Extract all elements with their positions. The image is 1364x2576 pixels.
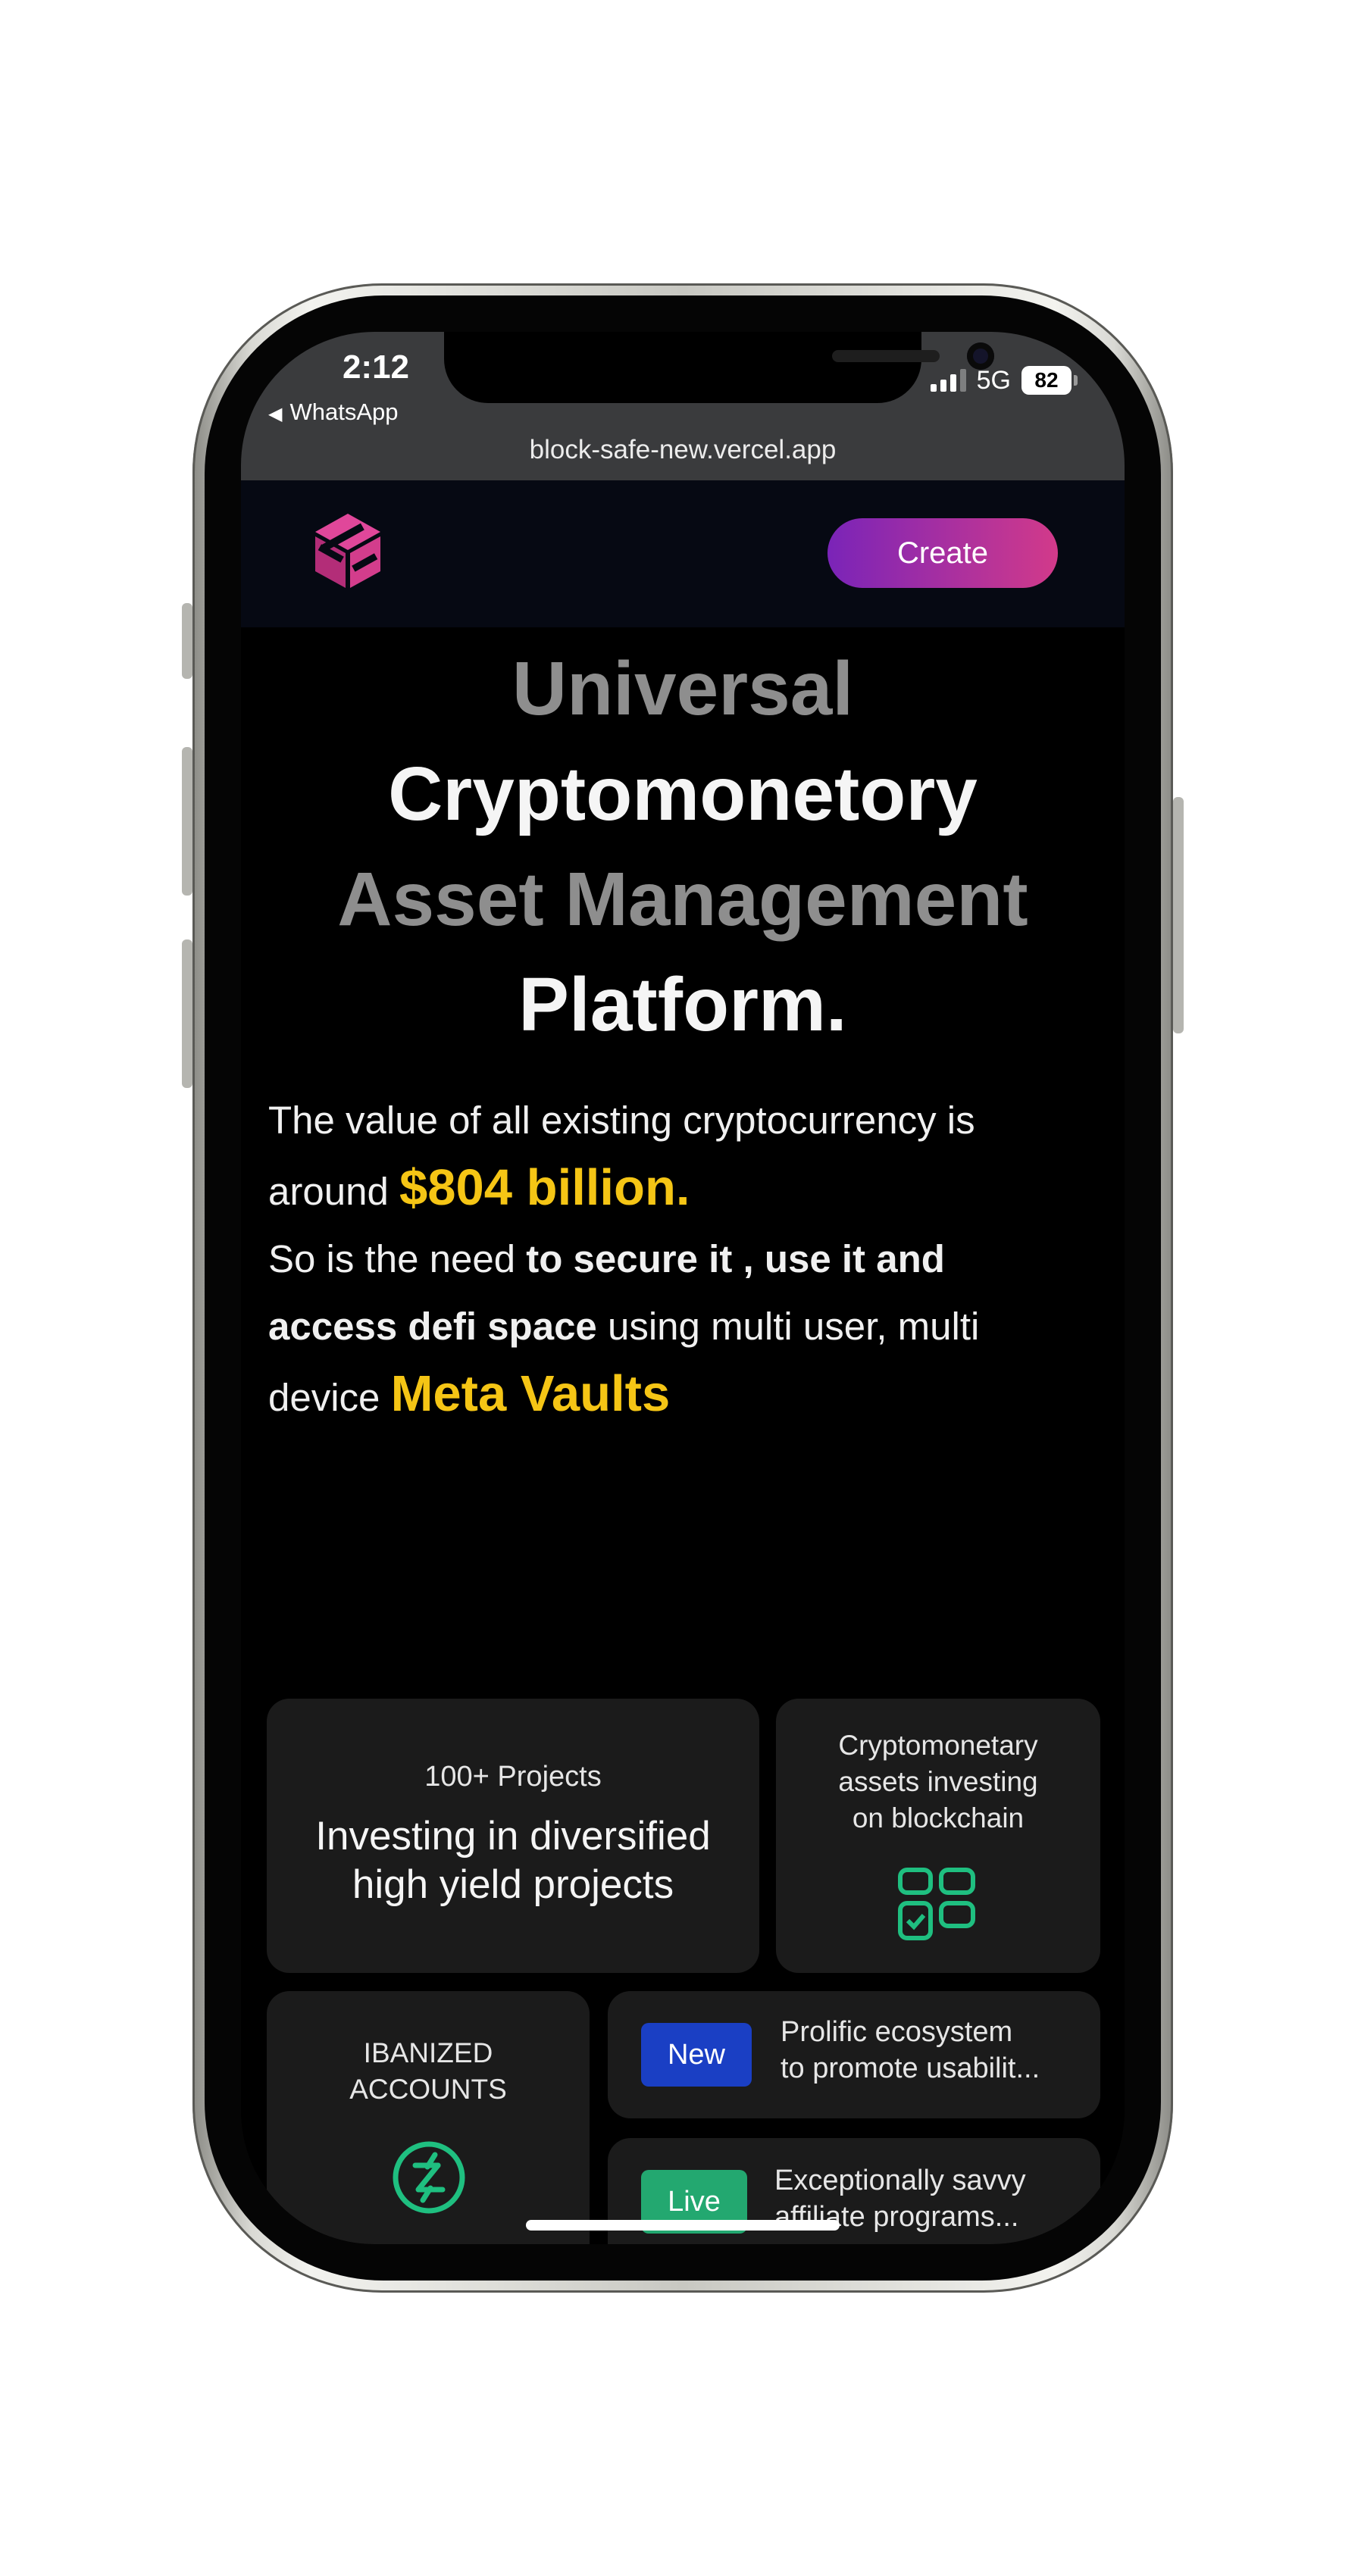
status-bar: 2:12 ◀ WhatsApp 5G 82 block-safe-new.verc… <box>241 332 1125 480</box>
hero-title: Universal Cryptomonetory Asset Managemen… <box>241 636 1125 1058</box>
mute-switch <box>182 603 192 679</box>
projects-headline-line-1: Investing in diversified <box>315 1814 711 1859</box>
crypto-line-3: on blockchain <box>852 1802 1025 1834</box>
z-circle-icon <box>393 2141 465 2214</box>
new-badge: New <box>641 2023 752 2087</box>
clock: 2:12 <box>342 349 410 386</box>
crypto-assets-text: Cryptomonetary assets investing on block… <box>776 1727 1100 1837</box>
create-button[interactable]: Create <box>827 518 1058 588</box>
ecosystem-line-1: Prolific ecosystem <box>781 2016 1013 2048</box>
address-bar-url[interactable]: block-safe-new.vercel.app <box>241 435 1125 465</box>
hero-text-2: So is the need <box>268 1237 516 1280</box>
hero-title-line-1: Universal <box>512 646 854 731</box>
affiliate-line-1: Exceptionally savvy <box>774 2165 1026 2196</box>
power-button <box>1173 797 1184 1033</box>
ibanized-line-2: ACCOUNTS <box>349 2074 507 2105</box>
crypto-line-2: assets investing <box>838 1766 1038 1797</box>
market-value-highlight: $804 billion. <box>399 1159 690 1216</box>
speaker <box>832 350 940 362</box>
volume-down-button <box>182 939 192 1088</box>
ecosystem-card[interactable]: New Prolific ecosystem to promote usabil… <box>608 1991 1100 2118</box>
hero-title-line-2: Cryptomonetory <box>388 752 978 836</box>
back-app-label: WhatsApp <box>289 399 399 425</box>
hero-title-line-4: Platform. <box>518 962 847 1047</box>
ibanized-line-1: IBANIZED <box>363 2037 493 2068</box>
ibanized-accounts-card[interactable]: IBANIZED ACCOUNTS <box>267 1991 590 2244</box>
battery-icon: 82 <box>1021 366 1078 395</box>
battery-level: 82 <box>1021 366 1071 395</box>
grid-check-icon <box>898 1868 975 1940</box>
hero-description: The value of all existing cryptocurrency… <box>268 1086 1071 1431</box>
home-indicator[interactable] <box>526 2220 840 2231</box>
hero-title-line-3: Asset Management <box>337 857 1028 942</box>
ecosystem-line-2: to promote usabilit... <box>781 2052 1040 2084</box>
status-indicators: 5G 82 <box>930 364 1078 397</box>
back-to-app-link[interactable]: ◀ WhatsApp <box>268 399 398 426</box>
volume-up-button <box>182 747 192 896</box>
network-type: 5G <box>976 365 1011 395</box>
projects-headline: Investing in diversified high yield proj… <box>267 1812 759 1909</box>
projects-headline-line-2: high yield projects <box>352 1862 674 1907</box>
phone-screen: 2:12 ◀ WhatsApp 5G 82 block-safe-new.verc… <box>241 332 1125 2244</box>
crypto-assets-card[interactable]: Cryptomonetary assets investing on block… <box>776 1699 1100 1973</box>
site-header: Create <box>241 480 1125 627</box>
signal-icon <box>930 369 966 392</box>
meta-vaults-highlight: Meta Vaults <box>390 1365 671 1422</box>
ecosystem-text: Prolific ecosystem to promote usabilit..… <box>781 2014 1040 2087</box>
notch <box>444 332 994 403</box>
back-arrow-icon: ◀ <box>268 404 283 424</box>
ibanized-text: IBANIZED ACCOUNTS <box>267 2035 590 2108</box>
crypto-line-1: Cryptomonetary <box>838 1730 1038 1761</box>
projects-count: 100+ Projects <box>424 1761 602 1793</box>
projects-card[interactable]: 100+ Projects Investing in diversified h… <box>267 1699 759 1973</box>
blocksafe-logo-icon[interactable] <box>311 514 385 589</box>
